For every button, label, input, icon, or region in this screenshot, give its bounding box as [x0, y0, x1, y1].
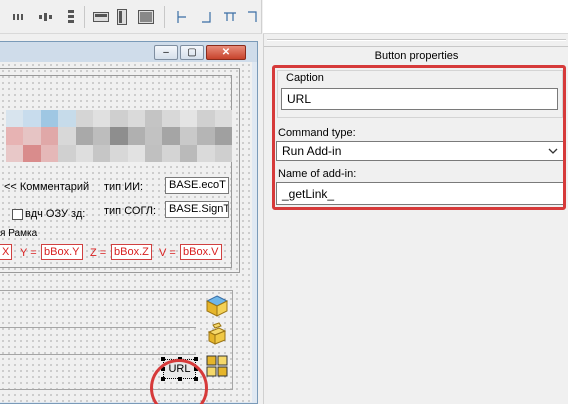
panel-splitter[interactable] — [267, 39, 566, 41]
top-group-frame — [0, 68, 240, 273]
properties-header: Button properties — [264, 46, 568, 64]
size-both-icon[interactable] — [137, 9, 155, 25]
toolbar — [0, 0, 568, 34]
z-field[interactable]: bBox.Z — [111, 244, 152, 260]
cube-icon[interactable] — [205, 294, 229, 321]
anchor-top-icon[interactable] — [222, 9, 238, 25]
close-button[interactable]: ✕ — [206, 45, 246, 60]
form-canvas[interactable]: << Комментарий тип ИИ: BASE.ecoT вдч ОЗУ… — [0, 62, 252, 402]
divider — [0, 354, 196, 355]
toolbar-separator — [84, 6, 85, 28]
sogl-type-label: тип СОГЛ: — [104, 205, 157, 217]
minimize-button[interactable]: – — [154, 45, 178, 60]
ii-type-label: тип ИИ: — [104, 181, 144, 193]
selection-handle[interactable] — [194, 357, 198, 361]
close-icon: ✕ — [221, 46, 231, 58]
ozu-label: вдч ОЗУ зд: — [25, 208, 86, 220]
y-field[interactable]: bBox.Y — [41, 244, 83, 260]
align-left-icon[interactable] — [12, 9, 28, 25]
properties-toolbar-area — [263, 0, 568, 34]
blurred-image — [6, 110, 232, 162]
ozu-checkbox[interactable] — [12, 209, 23, 220]
size-height-icon[interactable] — [115, 9, 129, 25]
extrude-icon[interactable] — [205, 322, 229, 349]
minimize-icon: – — [163, 46, 169, 58]
toolbar-separator — [164, 6, 165, 28]
form-designer: – ▢ ✕ << Комментарий тип ИИ: BASE.ecoT в… — [0, 34, 262, 404]
z-label: Z = — [90, 247, 107, 259]
frame-label: я Рамка — [0, 228, 38, 239]
anchor-right-icon[interactable] — [244, 9, 260, 25]
designer-toolbar — [0, 0, 262, 34]
align-center-icon[interactable] — [38, 9, 54, 25]
anchor-bottom-left-icon[interactable] — [198, 9, 214, 25]
anchor-left-icon[interactable] — [174, 9, 190, 25]
layout-grid-icon[interactable] — [206, 355, 228, 380]
y-label: Y = — [20, 247, 37, 259]
v-field[interactable]: bBox.V — [180, 244, 222, 260]
form-title-bar: – ▢ ✕ — [0, 42, 257, 62]
comment-label: << Комментарий — [4, 181, 90, 193]
v-label: V = — [159, 247, 176, 259]
app-root: – ▢ ✕ << Комментарий тип ИИ: BASE.ecoT в… — [0, 0, 568, 404]
ii-type-field[interactable]: BASE.ecoT — [165, 177, 229, 194]
selection-handle[interactable] — [161, 357, 165, 361]
divider — [0, 327, 196, 328]
form-window: – ▢ ✕ << Комментарий тип ИИ: BASE.ecoT в… — [0, 41, 258, 404]
maximize-icon: ▢ — [187, 46, 197, 58]
align-vertical-icon[interactable] — [63, 9, 79, 25]
maximize-button[interactable]: ▢ — [180, 45, 204, 60]
x-field[interactable]: X — [0, 244, 12, 260]
sogl-type-field[interactable]: BASE.SignT — [165, 201, 229, 218]
inner-group-frame — [0, 75, 232, 268]
properties-panel: Button properties Caption URL Command ty… — [263, 34, 568, 404]
size-width-icon[interactable] — [92, 9, 110, 25]
highlight-box — [272, 65, 566, 210]
